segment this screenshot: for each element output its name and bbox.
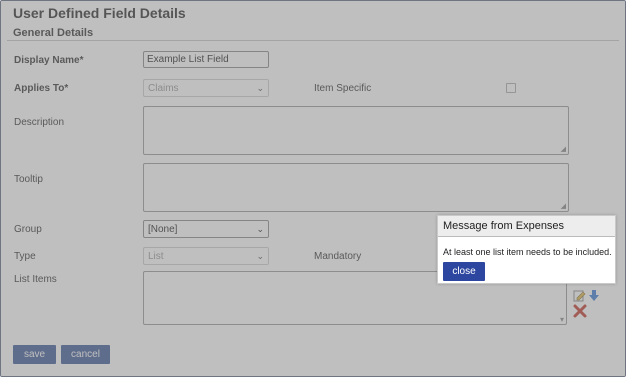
type-label: Type (14, 251, 36, 262)
applies-to-select[interactable]: Claims ⌄ (143, 79, 269, 97)
chevron-down-icon[interactable]: ▾ (560, 316, 564, 324)
dialog-message: At least one list item needs to be inclu… (443, 247, 612, 257)
message-dialog: Message from Expenses At least one list … (437, 215, 616, 284)
chevron-down-icon: ⌄ (256, 82, 264, 93)
description-textarea[interactable]: ◢ (143, 106, 569, 155)
delete-x-icon[interactable] (573, 304, 587, 318)
tooltip-label: Tooltip (14, 174, 43, 185)
applies-to-label: Applies To* (14, 83, 69, 94)
type-value: List (148, 250, 164, 262)
type-select[interactable]: List ⌄ (143, 247, 269, 265)
section-heading: General Details (13, 27, 94, 39)
description-label: Description (14, 117, 65, 128)
window-frame: User Defined Field Details General Detai… (0, 0, 626, 377)
group-label: Group (14, 224, 42, 235)
list-items-label: List Items (14, 274, 57, 285)
display-name-input[interactable] (143, 51, 269, 68)
chevron-down-icon: ⌄ (256, 223, 264, 234)
item-specific-label: Item Specific (314, 83, 372, 94)
item-specific-checkbox[interactable] (506, 83, 516, 93)
save-button[interactable]: save (13, 345, 56, 364)
group-value: [None] (148, 223, 178, 235)
close-button[interactable]: close (443, 262, 485, 281)
edit-pencil-icon[interactable] (573, 289, 586, 302)
display-name-label: Display Name* (14, 55, 84, 66)
applies-to-value: Claims (148, 82, 179, 94)
mandatory-label: Mandatory (314, 251, 362, 262)
dialog-title: Message from Expenses (438, 216, 615, 237)
tooltip-textarea[interactable]: ◢ (143, 163, 569, 212)
resize-grip-icon[interactable]: ◢ (561, 146, 566, 153)
cancel-button[interactable]: cancel (61, 345, 110, 364)
chevron-down-icon: ⌄ (256, 250, 264, 261)
group-select[interactable]: [None] ⌄ (143, 220, 269, 238)
resize-grip-icon[interactable]: ◢ (561, 203, 566, 210)
section-divider (7, 40, 619, 41)
page-title: User Defined Field Details (13, 5, 186, 21)
arrow-down-icon[interactable] (588, 289, 600, 302)
